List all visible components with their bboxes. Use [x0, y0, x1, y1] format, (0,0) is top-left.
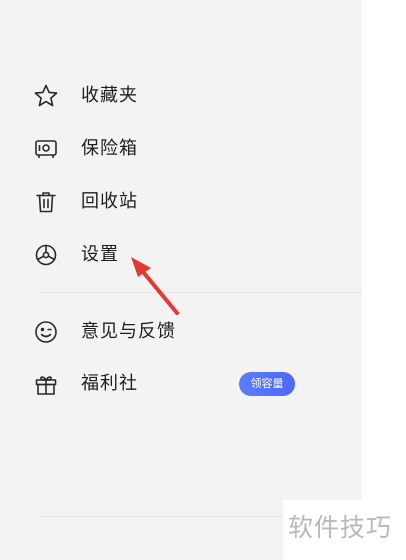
menu-label-feedback: 意见与反馈 — [81, 321, 176, 342]
menu-label-recycle-bin: 回收站 — [81, 191, 138, 212]
menu-divider — [40, 292, 362, 293]
menu-label-favorites: 收藏夹 — [81, 85, 138, 106]
trash-icon — [33, 189, 59, 215]
menu-item-safe[interactable]: 保险箱 — [0, 129, 362, 169]
star-icon — [33, 83, 59, 109]
menu-item-welfare[interactable]: 福利社 — [0, 364, 362, 404]
safe-icon — [33, 136, 59, 162]
menu-label-settings: 设置 — [81, 244, 119, 265]
annotation-arrow — [131, 257, 179, 315]
claim-storage-badge[interactable]: 领容量 — [239, 372, 295, 396]
settings-icon — [33, 242, 59, 268]
menu-item-recycle-bin[interactable]: 回收站 — [0, 182, 362, 222]
menu-label-welfare: 福利社 — [81, 373, 138, 394]
smile-face-icon — [33, 319, 59, 345]
gift-icon — [33, 371, 59, 397]
watermark-text: 软件技巧 — [288, 513, 393, 542]
menu-item-favorites[interactable]: 收藏夹 — [0, 76, 362, 116]
menu-label-safe: 保险箱 — [81, 138, 138, 159]
